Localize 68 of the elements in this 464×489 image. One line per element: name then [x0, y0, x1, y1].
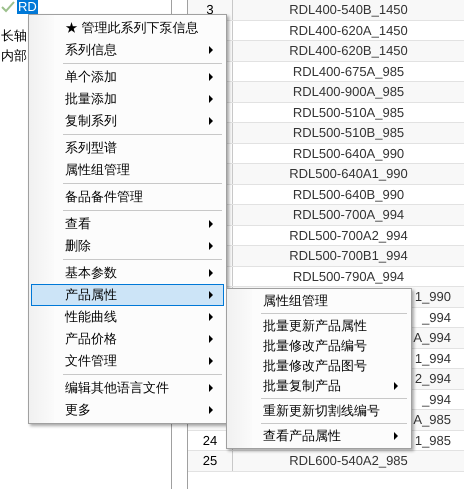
table-cell-text: RDL500-640A1_990 — [289, 165, 408, 183]
table-cell-text: RDL500-700A_994 — [292, 206, 404, 224]
row-number: 3 — [206, 1, 214, 19]
table-cell-text: RDL500-510A_985 — [292, 104, 404, 122]
submenu-arrow-icon — [394, 382, 398, 390]
submenu-arrow-icon — [209, 335, 213, 343]
submenu-arrow-icon — [209, 357, 213, 365]
table-cell-text: RDL500-640B_990 — [292, 186, 404, 204]
menu-item[interactable]: 批量修改产品图号 — [229, 356, 409, 376]
menu-item[interactable]: ★ 管理此系列下泵信息 — [31, 17, 224, 39]
submenu-arrow-icon — [209, 95, 213, 103]
table-cell-text: RDL400-540B_1450 — [289, 1, 408, 19]
table-cell-text: RDL400-675A_985 — [292, 62, 404, 81]
table-cell-text: 1_985 — [414, 432, 451, 450]
menu-item[interactable]: 复制系列 — [31, 110, 224, 132]
row-number: 25 — [202, 452, 218, 470]
menu-item[interactable]: 查看 — [31, 213, 224, 235]
submenu-arrow-icon — [209, 291, 213, 299]
table-cell-text: RDL400-620B_1450 — [289, 42, 408, 60]
menu-item[interactable]: 批量修改产品编号 — [229, 336, 409, 356]
menu-item[interactable]: 备品备件管理 — [31, 186, 224, 208]
submenu-arrow-icon — [209, 313, 213, 321]
row-number: 24 — [202, 432, 218, 450]
menu-item[interactable]: 属性组管理 — [31, 159, 224, 181]
table-cell-text: 1_994 — [414, 350, 451, 368]
submenu-arrow-icon — [209, 220, 213, 228]
tree-item[interactable]: 长轴 — [0, 29, 28, 43]
submenu-arrow-icon — [209, 117, 213, 125]
submenu-arrow-icon — [209, 46, 213, 54]
menu-item[interactable]: 产品属性 — [31, 284, 224, 306]
table-cell-text: 1_990 — [414, 288, 451, 306]
table-cell-text: RDL400-620A_1450 — [289, 22, 408, 40]
submenu-arrow-icon — [209, 384, 213, 392]
menu-item[interactable]: 系列型谱 — [31, 137, 224, 159]
menu-item[interactable]: 批量复制产品 — [229, 376, 409, 396]
menu-item[interactable]: 编辑其他语言文件 — [31, 377, 224, 399]
menu-item[interactable]: 删除 — [31, 235, 224, 257]
table-cell-text: _994 — [422, 390, 451, 409]
tree-item[interactable]: 内部 — [0, 49, 28, 63]
submenu-arrow-icon — [209, 406, 213, 414]
submenu-arrow-icon — [209, 73, 213, 81]
menu-item[interactable]: 文件管理 — [31, 350, 224, 372]
menu-item[interactable]: 批量更新产品属性 — [229, 316, 409, 336]
submenu-arrow-icon — [209, 269, 213, 277]
menu-item[interactable]: 查看产品属性 — [229, 426, 409, 446]
table-cell-text: RDL500-700B1_994 — [289, 247, 408, 265]
table-cell-text: RDL600-540A2_985 — [289, 452, 408, 470]
menu-item[interactable]: 重新更新切割线编号 — [229, 401, 409, 421]
submenu-arrow-icon — [209, 242, 213, 250]
table-cell-text: RDL500-790A_994 — [292, 268, 404, 286]
menu-item[interactable]: 属性组管理 — [229, 291, 409, 311]
submenu-arrow-icon — [394, 432, 398, 440]
table-cell-text: RDL500-640A_990 — [292, 144, 404, 163]
table-cell-text: RDL500-510B_985 — [292, 124, 404, 142]
menu-item[interactable]: 更多 — [31, 399, 224, 421]
tree-item[interactable]: RD — [17, 0, 38, 14]
table-cell-text: 2_994 — [414, 370, 451, 388]
table-cell-text: _994 — [422, 308, 451, 327]
menu-item[interactable]: 性能曲线 — [31, 306, 224, 328]
menu-item[interactable]: 系列信息 — [31, 39, 224, 61]
table-cell-text: A_994 — [413, 329, 451, 347]
menu-item[interactable]: 批量添加 — [31, 88, 224, 110]
table-cell-text: A_985 — [413, 411, 451, 429]
menu-item[interactable]: 产品价格 — [31, 328, 224, 350]
menu-item[interactable]: 基本参数 — [31, 262, 224, 284]
table-cell-text: RDL500-700A2_994 — [289, 226, 408, 245]
menu-item[interactable]: 单个添加 — [31, 66, 224, 88]
table-cell-text: RDL400-900A_985 — [292, 83, 404, 101]
